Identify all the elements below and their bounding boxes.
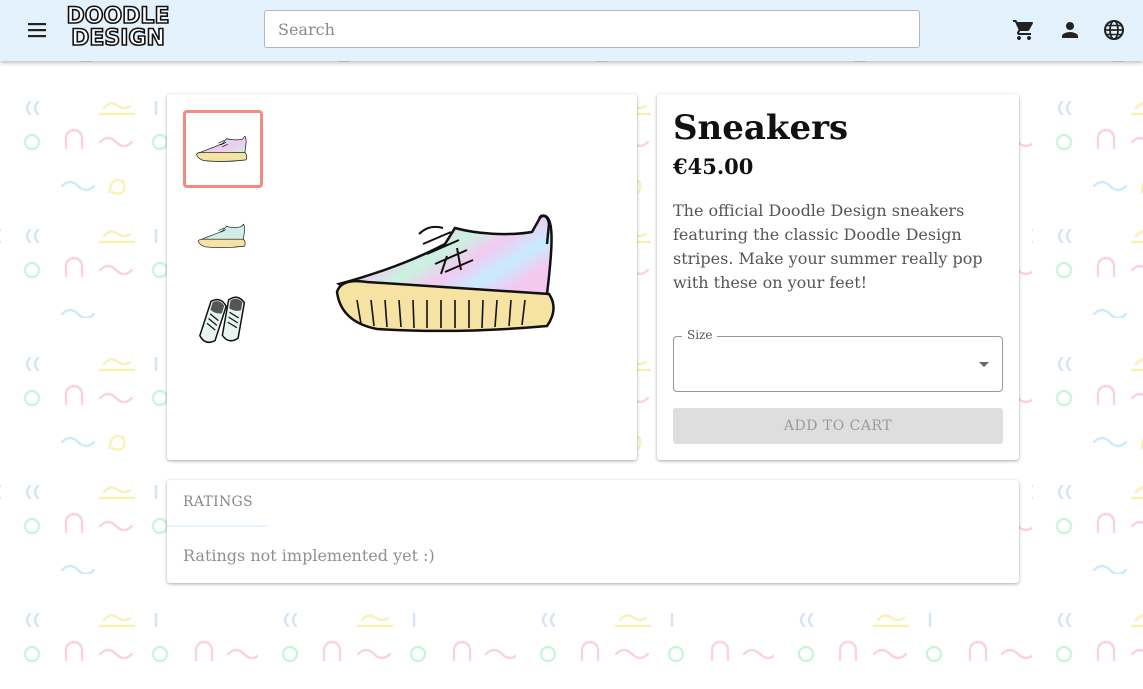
language-button[interactable] <box>1101 16 1127 44</box>
globe-icon <box>1104 20 1124 40</box>
sneaker-side-icon <box>196 135 248 162</box>
product-description: The official Doodle Design sneakers feat… <box>673 201 983 292</box>
tab-ratings[interactable]: RATINGS <box>183 494 253 510</box>
search-input[interactable] <box>264 10 920 48</box>
product-gallery <box>167 94 637 460</box>
cart-button[interactable] <box>1011 16 1037 44</box>
add-to-cart-button[interactable]: ADD TO CART <box>673 408 1003 444</box>
gallery-thumbnail[interactable] <box>183 197 263 275</box>
sneakers-pair-icon <box>199 296 246 344</box>
menu-icon <box>28 23 46 38</box>
product-price: €45.00 <box>673 154 754 179</box>
main-product-image <box>335 214 555 333</box>
tab-indicator <box>167 525 267 527</box>
account-button[interactable] <box>1057 16 1083 44</box>
logo-line-2: DESIGN <box>70 26 165 51</box>
gallery-thumbnail[interactable] <box>183 110 263 188</box>
size-label: Size <box>682 328 718 342</box>
size-select[interactable]: Size <box>673 328 1003 392</box>
account-icon <box>1062 22 1078 38</box>
app-bar: DOODLE DESIGN <box>0 0 1143 61</box>
menu-button[interactable] <box>24 16 50 44</box>
cart-icon <box>1013 20 1034 40</box>
gallery-thumbnail[interactable] <box>183 282 263 360</box>
logo-line-1: DOODLE <box>66 4 171 29</box>
logo[interactable]: DOODLE DESIGN <box>66 4 171 51</box>
ratings-message: Ratings not implemented yet :) <box>183 546 435 565</box>
ratings-panel: RATINGS Ratings not implemented yet :) <box>167 480 1019 583</box>
dropdown-arrow-icon <box>979 362 989 367</box>
product-title: Sneakers <box>673 108 849 148</box>
sneaker-side-small-icon <box>197 223 246 248</box>
product-info-panel: Sneakers €45.00 The official Doodle Desi… <box>657 94 1019 460</box>
